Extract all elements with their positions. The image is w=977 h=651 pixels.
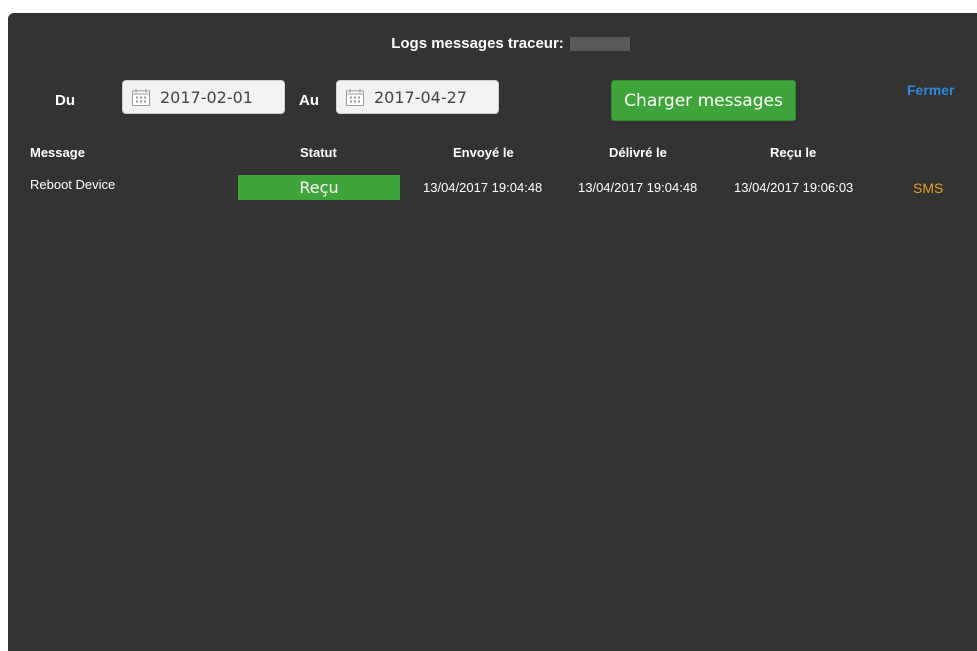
to-date-input[interactable]: 2017-04-27 (336, 80, 499, 114)
from-date-input[interactable]: 2017-02-01 (122, 80, 285, 114)
dialog-title: Logs messages traceur: (391, 35, 564, 52)
row-sent-date: 13/04/2017 19:04:48 (423, 180, 543, 195)
to-label: Au (299, 92, 319, 109)
column-header-message: Message (30, 145, 85, 160)
redacted-tracker-id (569, 36, 630, 51)
row-received-date: 13/04/2017 19:06:03 (734, 180, 854, 195)
row-delivered-date: 13/04/2017 19:04:48 (578, 180, 698, 195)
from-label: Du (55, 92, 75, 109)
status-badge: Reçu (238, 175, 400, 200)
close-link[interactable]: Fermer (907, 82, 954, 98)
column-header-received: Reçu le (770, 145, 817, 160)
dialog-header: Logs messages traceur: (8, 35, 977, 55)
column-header-status: Statut (300, 145, 337, 160)
load-messages-button[interactable]: Charger messages (611, 80, 796, 121)
logs-dialog: Logs messages traceur: Du 2017-02-01 Au (8, 13, 977, 651)
calendar-icon (346, 88, 364, 106)
row-message: Reboot Device (30, 177, 116, 192)
row-channel: SMS (913, 180, 944, 196)
to-date-value: 2017-04-27 (374, 87, 467, 107)
column-header-sent: Envoyé le (453, 145, 514, 160)
from-date-value: 2017-02-01 (160, 87, 253, 107)
calendar-icon (132, 88, 150, 106)
column-header-delivered: Délivré le (609, 145, 667, 160)
